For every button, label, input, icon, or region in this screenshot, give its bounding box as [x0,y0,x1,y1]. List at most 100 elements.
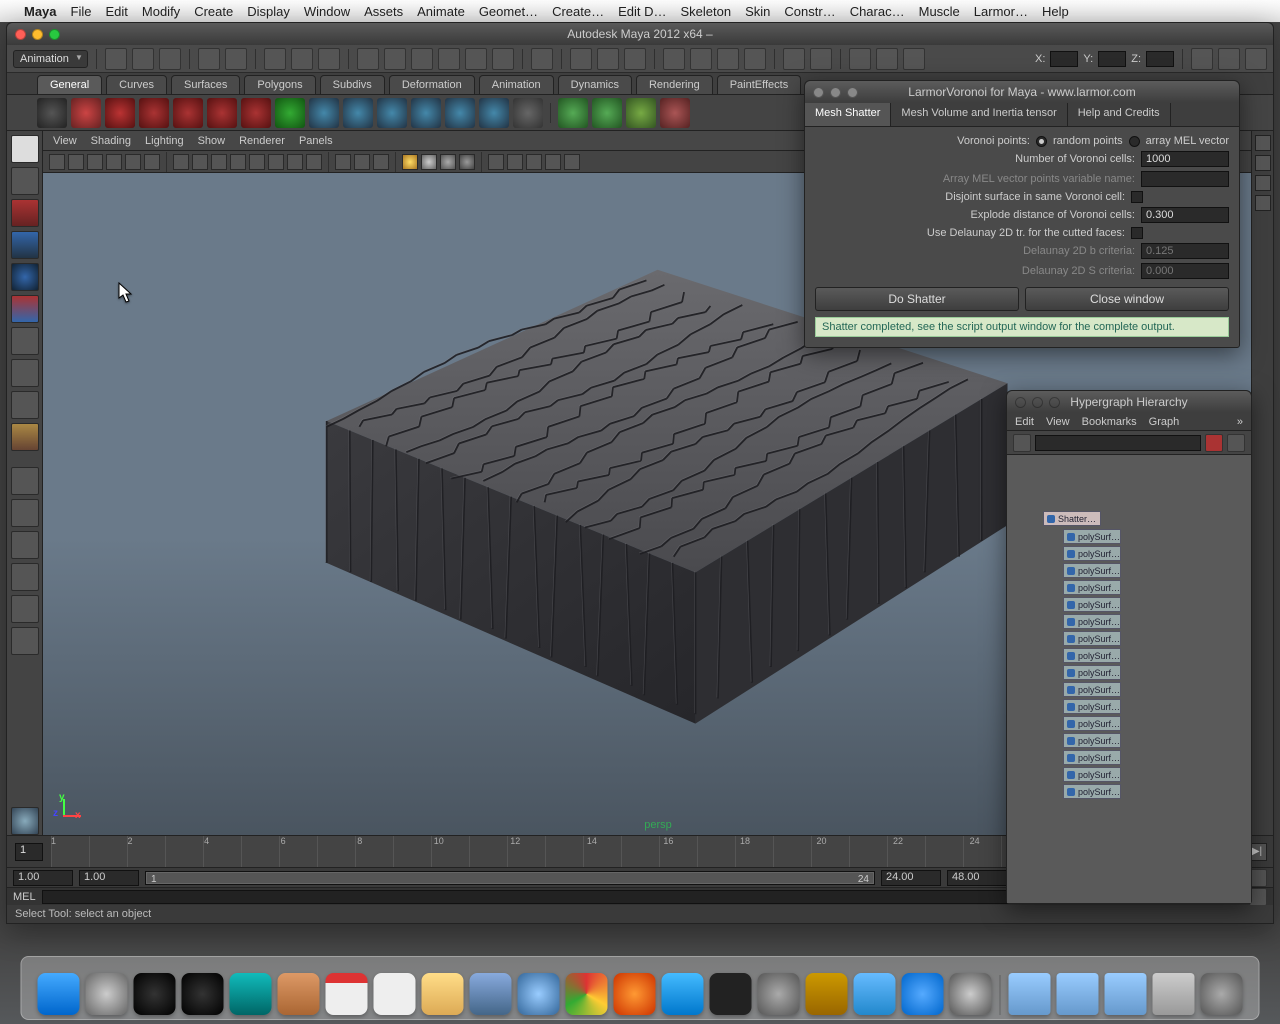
vp-tool-icon[interactable] [192,154,208,170]
layout-four-icon[interactable] [11,499,39,527]
vp-menu-shading[interactable]: Shading [91,135,131,147]
shelf-icon[interactable] [626,98,656,128]
snap-grid-icon[interactable] [357,48,379,70]
folder-icon[interactable] [1057,973,1099,1015]
vp-tool-icon[interactable] [49,154,65,170]
vp-light-icon[interactable] [421,154,437,170]
zoom-icon[interactable] [49,29,60,40]
toolbar-icon[interactable] [717,48,739,70]
range-slider[interactable]: 124 [145,871,875,885]
hg-tool-icon[interactable] [1205,434,1223,452]
app-menu[interactable]: Maya [24,4,57,19]
command-lang-label[interactable]: MEL [13,891,36,903]
hg-menu-bookmarks[interactable]: Bookmarks [1082,416,1137,428]
tool-settings-toggle-icon[interactable] [1255,195,1271,211]
tab-help-credits[interactable]: Help and Credits [1068,103,1171,126]
menu-skeleton[interactable]: Skeleton [681,4,732,19]
hg-node-root[interactable]: Shatter… [1043,511,1101,526]
mission-control-icon[interactable] [182,973,224,1015]
shelf-icon[interactable] [173,98,203,128]
universal-manip-icon[interactable] [11,327,39,355]
minimize-icon[interactable] [830,87,841,98]
shelf-tab-curves[interactable]: Curves [106,75,167,94]
larmor-voronoi-window[interactable]: LarmorVoronoi for Maya - www.larmor.com … [804,80,1240,348]
shelf-icon[interactable] [377,98,407,128]
vp-tool-icon[interactable] [373,154,389,170]
plugin-window-controls[interactable] [813,87,858,98]
range-start-visible-field[interactable]: 1.00 [79,870,139,886]
hg-node[interactable]: polySurf… [1063,648,1121,663]
render-icon[interactable] [570,48,592,70]
shelf-tab-dynamics[interactable]: Dynamics [558,75,632,94]
construction-history-icon[interactable] [531,48,553,70]
toolbar-icon[interactable] [1218,48,1240,70]
app-icon[interactable] [806,973,848,1015]
open-scene-icon[interactable] [132,48,154,70]
folder-icon[interactable] [1105,973,1147,1015]
minimize-icon[interactable] [32,29,43,40]
shelf-icon[interactable] [207,98,237,128]
xcode-icon[interactable] [854,973,896,1015]
shelf-icon[interactable] [558,98,588,128]
disjoint-checkbox[interactable] [1131,191,1143,203]
hg-canvas[interactable]: Shatter… polySurf… polySurf… polySurf… polyS… [1007,455,1251,903]
hg-node[interactable]: polySurf… [1063,614,1121,629]
hg-tool-icon[interactable] [1013,434,1031,452]
shelf-icon[interactable] [241,98,271,128]
hg-node[interactable]: polySurf… [1063,716,1121,731]
lasso-icon[interactable] [291,48,313,70]
render-settings-icon[interactable] [624,48,646,70]
attribute-editor-toggle-icon[interactable] [1255,175,1271,191]
toolbar-icon[interactable] [1245,48,1267,70]
new-scene-icon[interactable] [105,48,127,70]
coord-x-field[interactable] [1050,51,1078,67]
show-manip-icon[interactable] [11,391,39,419]
zoom-icon[interactable] [847,87,858,98]
menu-skin[interactable]: Skin [745,4,770,19]
mail-icon[interactable] [470,973,512,1015]
vp-menu-renderer[interactable]: Renderer [239,135,285,147]
vp-menu-lighting[interactable]: Lighting [145,135,184,147]
vp-tool-icon[interactable] [354,154,370,170]
menu-assets[interactable]: Assets [364,4,403,19]
trash-icon[interactable] [1201,973,1243,1015]
hg-node[interactable]: polySurf… [1063,733,1121,748]
shelf-icon[interactable] [411,98,441,128]
hg-menu-edit[interactable]: Edit [1015,416,1034,428]
layout-icon[interactable] [11,627,39,655]
vp-light-icon[interactable] [459,154,475,170]
vp-tool-icon[interactable] [144,154,160,170]
num-cells-field[interactable] [1141,151,1229,167]
shelf-icon[interactable] [343,98,373,128]
toolbar-icon[interactable] [849,48,871,70]
range-end-field[interactable]: 48.00 [947,870,1007,886]
magnet-icon[interactable] [663,48,685,70]
dashboard-icon[interactable] [134,973,176,1015]
hg-node[interactable]: polySurf… [1063,597,1121,612]
vp-tool-icon[interactable] [545,154,561,170]
menu-muscle[interactable]: Muscle [919,4,960,19]
finder-icon[interactable] [38,973,80,1015]
shelf-tab-animation[interactable]: Animation [479,75,554,94]
radio-random-points[interactable] [1036,136,1047,147]
maya-dock-icon[interactable] [230,973,272,1015]
paint-tool-icon[interactable] [11,199,39,227]
vp-tool-icon[interactable] [106,154,122,170]
hg-window-controls[interactable] [1015,397,1060,408]
hg-filter-field[interactable] [1035,435,1201,451]
delaunay-checkbox[interactable] [1131,227,1143,239]
system-prefs-icon[interactable] [758,973,800,1015]
vp-menu-view[interactable]: View [53,135,77,147]
vp-tool-icon[interactable] [268,154,284,170]
menu-geometry[interactable]: Geomet… [479,4,538,19]
menu-file[interactable]: File [71,4,92,19]
plugin-titlebar[interactable]: LarmorVoronoi for Maya - www.larmor.com [805,81,1239,103]
last-tool-icon[interactable] [11,423,39,451]
do-shatter-button[interactable]: Do Shatter [815,287,1019,311]
vp-tool-icon[interactable] [287,154,303,170]
vp-tool-icon[interactable] [211,154,227,170]
shelf-icon[interactable] [139,98,169,128]
vp-light-icon[interactable] [440,154,456,170]
shelf-icon[interactable] [445,98,475,128]
hg-node[interactable]: polySurf… [1063,529,1121,544]
